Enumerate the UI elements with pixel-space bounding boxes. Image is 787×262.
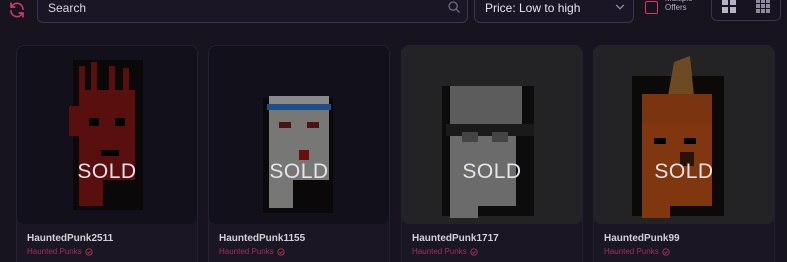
sold-overlay-text: SOLD	[462, 160, 522, 183]
view-toggle	[711, 0, 781, 21]
nft-card[interactable]: SOLD HauntedPunk99 Haunted Punks	[593, 45, 775, 262]
nft-card[interactable]: SOLD HauntedPunk1717 Haunted Punks	[401, 45, 583, 262]
search-icon[interactable]	[447, 0, 461, 19]
multiple-offers-checkbox[interactable]	[645, 1, 658, 14]
nft-name[interactable]: HauntedPunk2511	[27, 233, 113, 244]
sold-overlay-text: SOLD	[77, 160, 137, 183]
collection-name: Haunted Punks	[604, 247, 659, 256]
verified-icon	[85, 247, 93, 256]
verified-icon	[277, 247, 285, 256]
nft-name[interactable]: HauntedPunk1155	[219, 233, 305, 244]
refresh-icon[interactable]	[6, 0, 28, 20]
nft-image	[594, 46, 774, 224]
large-grid-icon[interactable]	[712, 0, 746, 20]
verified-icon	[470, 247, 478, 256]
marketplace-page: Search Price: Low to high Multiple Offer…	[0, 0, 787, 262]
multiple-offers-toggle[interactable]: Multiple Offers	[645, 0, 701, 14]
collection-name: Haunted Punks	[412, 247, 467, 256]
sort-selected-value: Price: Low to high	[485, 1, 581, 15]
sold-overlay-text: SOLD	[654, 160, 714, 183]
small-grid-icon[interactable]	[746, 0, 780, 20]
multiple-offers-label: Multiple Offers	[665, 0, 693, 12]
nft-card[interactable]: SOLD HauntedPunk2511 Haunted Punks	[16, 45, 198, 262]
collection-link[interactable]: Haunted Punks	[27, 247, 93, 256]
search-input[interactable]: Search	[37, 0, 468, 23]
nft-image	[17, 46, 197, 224]
collection-link[interactable]: Haunted Punks	[604, 247, 670, 256]
sort-select[interactable]: Price: Low to high	[474, 0, 634, 23]
sold-overlay-text: SOLD	[269, 160, 329, 183]
chevron-down-icon	[613, 0, 627, 19]
collection-link[interactable]: Haunted Punks	[219, 247, 285, 256]
nft-card[interactable]: SOLD HauntedPunk1155 Haunted Punks	[208, 45, 390, 262]
verified-icon	[662, 247, 670, 256]
nft-name[interactable]: HauntedPunk99	[604, 233, 680, 244]
collection-name: Haunted Punks	[219, 247, 274, 256]
search-placeholder: Search	[48, 1, 87, 15]
nft-image	[402, 46, 582, 224]
nft-image	[209, 46, 389, 224]
nft-name[interactable]: HauntedPunk1717	[412, 233, 499, 244]
collection-name: Haunted Punks	[27, 247, 82, 256]
collection-link[interactable]: Haunted Punks	[412, 247, 478, 256]
